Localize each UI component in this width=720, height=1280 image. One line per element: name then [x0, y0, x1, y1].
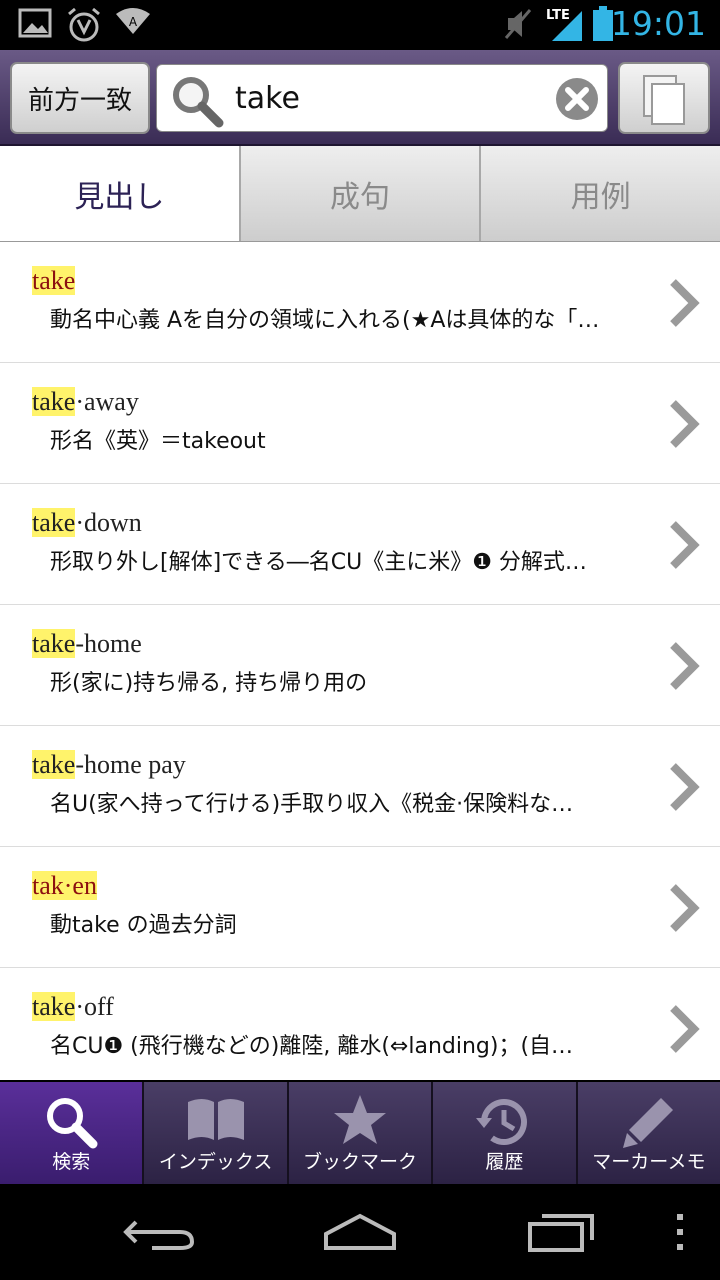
match-mode-button[interactable]: 前方一致 [10, 62, 150, 134]
tab-headwords[interactable]: 見出し [0, 146, 239, 241]
headword-highlight: take [32, 387, 76, 416]
alarm-icon [68, 7, 100, 42]
definition: 動take の過去分詞 [50, 913, 237, 938]
chevron-right-icon [670, 642, 700, 690]
headword-rest: ·down [75, 508, 142, 537]
result-row[interactable]: take·off 名CU❶ (飛行機などの)離陸, 離水(⇔landing)；(… [0, 968, 720, 1080]
signal-icon [552, 11, 582, 41]
status-bar: A LTE 19:01 [0, 0, 720, 50]
nav-marker-memo[interactable]: マーカーメモ [575, 1082, 720, 1184]
nav-history[interactable]: 履歴 [431, 1082, 576, 1184]
result-row[interactable]: take·away 形名《英》＝takeout [0, 363, 720, 484]
chevron-right-icon [670, 400, 700, 448]
headword: take [32, 266, 76, 296]
result-row[interactable]: take·down 形取り外し[解体]できる―名CU《主に米》❶ 分解式… [0, 484, 720, 605]
bottom-nav: 検索 インデックス ブックマーク 履歴 マーカーメモ [0, 1082, 720, 1184]
nav-index[interactable]: インデックス [142, 1082, 287, 1184]
book-icon [187, 1099, 244, 1140]
mute-icon [504, 9, 532, 39]
headword: take·down [32, 508, 142, 538]
overflow-menu-icon[interactable] [672, 1212, 688, 1252]
definition: 形(家に)持ち帰る, 持ち帰り用の [50, 671, 368, 696]
recent-apps-icon[interactable] [526, 1210, 598, 1254]
nav-bookmark[interactable]: ブックマーク [286, 1082, 432, 1184]
definition: 動名中心義 Aを自分の領域に入れる(★Aは具体的な「… [50, 308, 600, 333]
nav-label: インデックス [158, 1151, 273, 1173]
results-list: take 動名中心義 Aを自分の領域に入れる(★Aは具体的な「… take·aw… [0, 242, 720, 1080]
headword-rest: -home pay [75, 750, 186, 779]
pencil-icon [622, 1098, 673, 1148]
result-row[interactable]: take 動名中心義 Aを自分の領域に入れる(★Aは具体的な「… [0, 242, 720, 363]
search-input[interactable] [235, 75, 535, 121]
headword-highlight: take [32, 629, 76, 658]
headword: take-home pay [32, 750, 186, 780]
headword-rest: ·away [75, 387, 139, 416]
headword: tak·en [32, 871, 97, 901]
system-nav-bar [0, 1184, 720, 1280]
result-row[interactable]: take-home 形(家に)持ち帰る, 持ち帰り用の [0, 605, 720, 726]
headword-highlight: tak·en [32, 871, 97, 900]
search-icon [173, 77, 224, 128]
chevron-right-icon [670, 279, 700, 327]
star-icon [334, 1095, 387, 1144]
chevron-right-icon [670, 521, 700, 569]
headword-rest: -home [75, 629, 142, 658]
result-row[interactable]: tak·en 動take の過去分詞 [0, 847, 720, 968]
svg-text:A: A [129, 15, 138, 29]
tab-phrases[interactable]: 成句 [238, 146, 480, 241]
chevron-right-icon [670, 884, 700, 932]
headword-highlight: take [32, 266, 76, 295]
headword-highlight: take [32, 992, 76, 1021]
headword-highlight: take [32, 508, 76, 537]
tab-examples[interactable]: 用例 [479, 146, 720, 241]
copy-icon [643, 75, 685, 125]
search-header: 前方一致 [0, 50, 720, 146]
chevron-right-icon [670, 1005, 700, 1053]
definition: 名CU❶ (飛行機などの)離陸, 離水(⇔landing)；(自… [50, 1034, 574, 1059]
headword-highlight: take [32, 750, 76, 779]
definition: 形名《英》＝takeout [50, 429, 266, 454]
history-icon [476, 1099, 528, 1145]
search-icon [47, 1098, 98, 1149]
definition: 形取り外し[解体]できる―名CU《主に米》❶ 分解式… [50, 550, 587, 575]
headword: take·off [32, 992, 114, 1022]
headword-rest: ·off [75, 992, 114, 1021]
copy-button[interactable] [618, 62, 710, 134]
headword: take-home [32, 629, 142, 659]
gallery-icon [18, 8, 52, 38]
clear-search-icon[interactable] [555, 77, 599, 121]
home-icon[interactable] [322, 1212, 398, 1254]
result-row[interactable]: take-home pay 名U(家へ持って行ける)手取り収入《税金·保険料な… [0, 726, 720, 847]
search-box[interactable] [156, 64, 608, 132]
chevron-right-icon [670, 763, 700, 811]
back-icon[interactable] [122, 1214, 198, 1252]
result-tabs: 見出し 成句 用例 [0, 146, 720, 242]
wifi-icon: A [116, 8, 150, 34]
clock: 19:01 [610, 4, 706, 43]
nav-search[interactable]: 検索 [0, 1082, 143, 1184]
headword: take·away [32, 387, 139, 417]
definition: 名U(家へ持って行ける)手取り収入《税金·保険料な… [50, 792, 574, 817]
nav-label: ブックマーク [303, 1151, 418, 1173]
